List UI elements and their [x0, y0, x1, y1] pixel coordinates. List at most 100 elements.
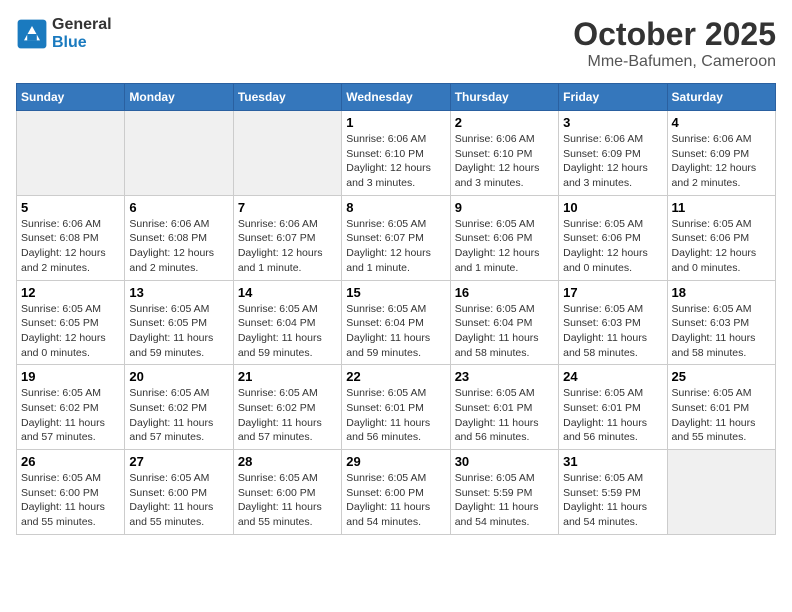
- title-area: October 2025 Mme-Bafumen, Cameroon: [573, 16, 776, 71]
- day-number: 31: [563, 454, 662, 469]
- day-number: 12: [21, 285, 120, 300]
- location-title: Mme-Bafumen, Cameroon: [573, 53, 776, 71]
- day-info: Sunrise: 6:05 AM Sunset: 6:06 PM Dayligh…: [455, 217, 554, 276]
- day-number: 15: [346, 285, 445, 300]
- day-info: Sunrise: 6:05 AM Sunset: 6:06 PM Dayligh…: [563, 217, 662, 276]
- day-info: Sunrise: 6:05 AM Sunset: 6:06 PM Dayligh…: [672, 217, 771, 276]
- day-info: Sunrise: 6:06 AM Sunset: 6:07 PM Dayligh…: [238, 217, 337, 276]
- day-number: 9: [455, 200, 554, 215]
- day-info: Sunrise: 6:05 AM Sunset: 6:03 PM Dayligh…: [563, 302, 662, 361]
- day-number: 24: [563, 369, 662, 384]
- day-number: 23: [455, 369, 554, 384]
- day-number: 22: [346, 369, 445, 384]
- day-number: 3: [563, 115, 662, 130]
- calendar-cell: [17, 111, 125, 196]
- day-number: 28: [238, 454, 337, 469]
- day-info: Sunrise: 6:05 AM Sunset: 6:07 PM Dayligh…: [346, 217, 445, 276]
- day-number: 30: [455, 454, 554, 469]
- calendar-cell: 8 Sunrise: 6:05 AM Sunset: 6:07 PM Daylig…: [342, 195, 450, 280]
- calendar-cell: 2Sunrise: 6:06 AM Sunset: 6:10 PM Daylig…: [450, 111, 558, 196]
- day-number: 7: [238, 200, 337, 215]
- day-number: 20: [129, 369, 228, 384]
- day-number: 1: [346, 115, 445, 130]
- day-number: 21: [238, 369, 337, 384]
- day-number: 4: [672, 115, 771, 130]
- day-info: Sunrise: 6:05 AM Sunset: 6:02 PM Dayligh…: [238, 386, 337, 445]
- day-number: 2: [455, 115, 554, 130]
- day-info: Sunrise: 6:05 AM Sunset: 6:03 PM Dayligh…: [672, 302, 771, 361]
- logo-text: General Blue: [52, 16, 112, 52]
- day-number: 6: [129, 200, 228, 215]
- day-info: Sunrise: 6:05 AM Sunset: 6:04 PM Dayligh…: [455, 302, 554, 361]
- day-info: Sunrise: 6:06 AM Sunset: 6:09 PM Dayligh…: [563, 132, 662, 191]
- calendar-cell: 24 Sunrise: 6:05 AM Sunset: 6:01 PM Dayli…: [559, 365, 667, 450]
- weekday-header: Monday: [125, 84, 233, 111]
- day-number: 27: [129, 454, 228, 469]
- calendar-cell: 6Sunrise: 6:06 AM Sunset: 6:08 PM Daylig…: [125, 195, 233, 280]
- day-info: Sunrise: 6:05 AM Sunset: 6:00 PM Dayligh…: [238, 471, 337, 530]
- day-number: 19: [21, 369, 120, 384]
- day-number: 25: [672, 369, 771, 384]
- day-info: Sunrise: 6:05 AM Sunset: 6:01 PM Dayligh…: [563, 386, 662, 445]
- day-info: Sunrise: 6:05 AM Sunset: 6:02 PM Dayligh…: [129, 386, 228, 445]
- calendar-cell: 12Sunrise: 6:05 AM Sunset: 6:05 PM Dayli…: [17, 280, 125, 365]
- calendar-cell: 10 Sunrise: 6:05 AM Sunset: 6:06 PM Dayli…: [559, 195, 667, 280]
- day-info: Sunrise: 6:05 AM Sunset: 6:02 PM Dayligh…: [21, 386, 120, 445]
- weekday-header: Thursday: [450, 84, 558, 111]
- month-title: October 2025: [573, 16, 776, 53]
- calendar-cell: 9 Sunrise: 6:05 AM Sunset: 6:06 PM Daylig…: [450, 195, 558, 280]
- day-number: 16: [455, 285, 554, 300]
- calendar-cell: 11 Sunrise: 6:05 AM Sunset: 6:06 PM Dayli…: [667, 195, 775, 280]
- calendar-cell: 28 Sunrise: 6:05 AM Sunset: 6:00 PM Dayli…: [233, 450, 341, 535]
- day-info: Sunrise: 6:05 AM Sunset: 6:00 PM Dayligh…: [346, 471, 445, 530]
- calendar-cell: 26 Sunrise: 6:05 AM Sunset: 6:00 PM Dayli…: [17, 450, 125, 535]
- day-info: Sunrise: 6:05 AM Sunset: 6:00 PM Dayligh…: [21, 471, 120, 530]
- calendar-cell: 27 Sunrise: 6:05 AM Sunset: 6:00 PM Dayli…: [125, 450, 233, 535]
- day-number: 11: [672, 200, 771, 215]
- calendar-cell: 31Sunrise: 6:05 AM Sunset: 5:59 PM Dayli…: [559, 450, 667, 535]
- day-number: 29: [346, 454, 445, 469]
- day-info: Sunrise: 6:05 AM Sunset: 6:04 PM Dayligh…: [346, 302, 445, 361]
- day-number: 18: [672, 285, 771, 300]
- day-number: 10: [563, 200, 662, 215]
- calendar-cell: 3 Sunrise: 6:06 AM Sunset: 6:09 PM Daylig…: [559, 111, 667, 196]
- day-info: Sunrise: 6:06 AM Sunset: 6:09 PM Dayligh…: [672, 132, 771, 191]
- calendar: SundayMondayTuesdayWednesdayThursdayFrid…: [16, 83, 776, 535]
- day-number: 8: [346, 200, 445, 215]
- day-info: Sunrise: 6:05 AM Sunset: 6:00 PM Dayligh…: [129, 471, 228, 530]
- day-number: 17: [563, 285, 662, 300]
- calendar-cell: 22Sunrise: 6:05 AM Sunset: 6:01 PM Dayli…: [342, 365, 450, 450]
- weekday-header: Friday: [559, 84, 667, 111]
- header: General Blue October 2025 Mme-Bafumen, C…: [16, 16, 776, 71]
- logo: General Blue: [16, 16, 112, 52]
- calendar-week-row: 1 Sunrise: 6:06 AM Sunset: 6:10 PM Daylig…: [17, 111, 776, 196]
- day-number: 26: [21, 454, 120, 469]
- calendar-week-row: 12 Sunrise: 6:05 AM Sunset: 6:05 PM Dayli…: [17, 280, 776, 365]
- weekday-header: Saturday: [667, 84, 775, 111]
- calendar-cell: 4 Sunrise: 6:06 AM Sunset: 6:09 PM Daylig…: [667, 111, 775, 196]
- weekday-header: Tuesday: [233, 84, 341, 111]
- weekday-header-row: SundayMondayTuesdayWednesdayThursdayFrid…: [17, 84, 776, 111]
- day-number: 13: [129, 285, 228, 300]
- calendar-cell: 23Sunrise: 6:05 AM Sunset: 6:01 PM Dayli…: [450, 365, 558, 450]
- calendar-cell: 15 Sunrise: 6:05 AM Sunset: 6:04 PM Dayli…: [342, 280, 450, 365]
- day-number: 14: [238, 285, 337, 300]
- calendar-cell: [125, 111, 233, 196]
- day-info: Sunrise: 6:05 AM Sunset: 6:05 PM Dayligh…: [129, 302, 228, 361]
- calendar-cell: 21 Sunrise: 6:05 AM Sunset: 6:02 PM Dayli…: [233, 365, 341, 450]
- day-number: 5: [21, 200, 120, 215]
- logo-icon: [16, 18, 48, 50]
- calendar-cell: 7 Sunrise: 6:06 AM Sunset: 6:07 PM Daylig…: [233, 195, 341, 280]
- day-info: Sunrise: 6:06 AM Sunset: 6:10 PM Dayligh…: [346, 132, 445, 191]
- calendar-cell: [233, 111, 341, 196]
- calendar-cell: 19 Sunrise: 6:05 AM Sunset: 6:02 PM Dayli…: [17, 365, 125, 450]
- day-info: Sunrise: 6:05 AM Sunset: 5:59 PM Dayligh…: [455, 471, 554, 530]
- weekday-header: Sunday: [17, 84, 125, 111]
- calendar-cell: 25Sunrise: 6:05 AM Sunset: 6:01 PM Dayli…: [667, 365, 775, 450]
- calendar-cell: 1 Sunrise: 6:06 AM Sunset: 6:10 PM Daylig…: [342, 111, 450, 196]
- calendar-week-row: 5 Sunrise: 6:06 AM Sunset: 6:08 PM Daylig…: [17, 195, 776, 280]
- calendar-cell: 18 Sunrise: 6:05 AM Sunset: 6:03 PM Dayli…: [667, 280, 775, 365]
- day-info: Sunrise: 6:06 AM Sunset: 6:08 PM Dayligh…: [21, 217, 120, 276]
- calendar-week-row: 26 Sunrise: 6:05 AM Sunset: 6:00 PM Dayli…: [17, 450, 776, 535]
- calendar-cell: 16 Sunrise: 6:05 AM Sunset: 6:04 PM Dayli…: [450, 280, 558, 365]
